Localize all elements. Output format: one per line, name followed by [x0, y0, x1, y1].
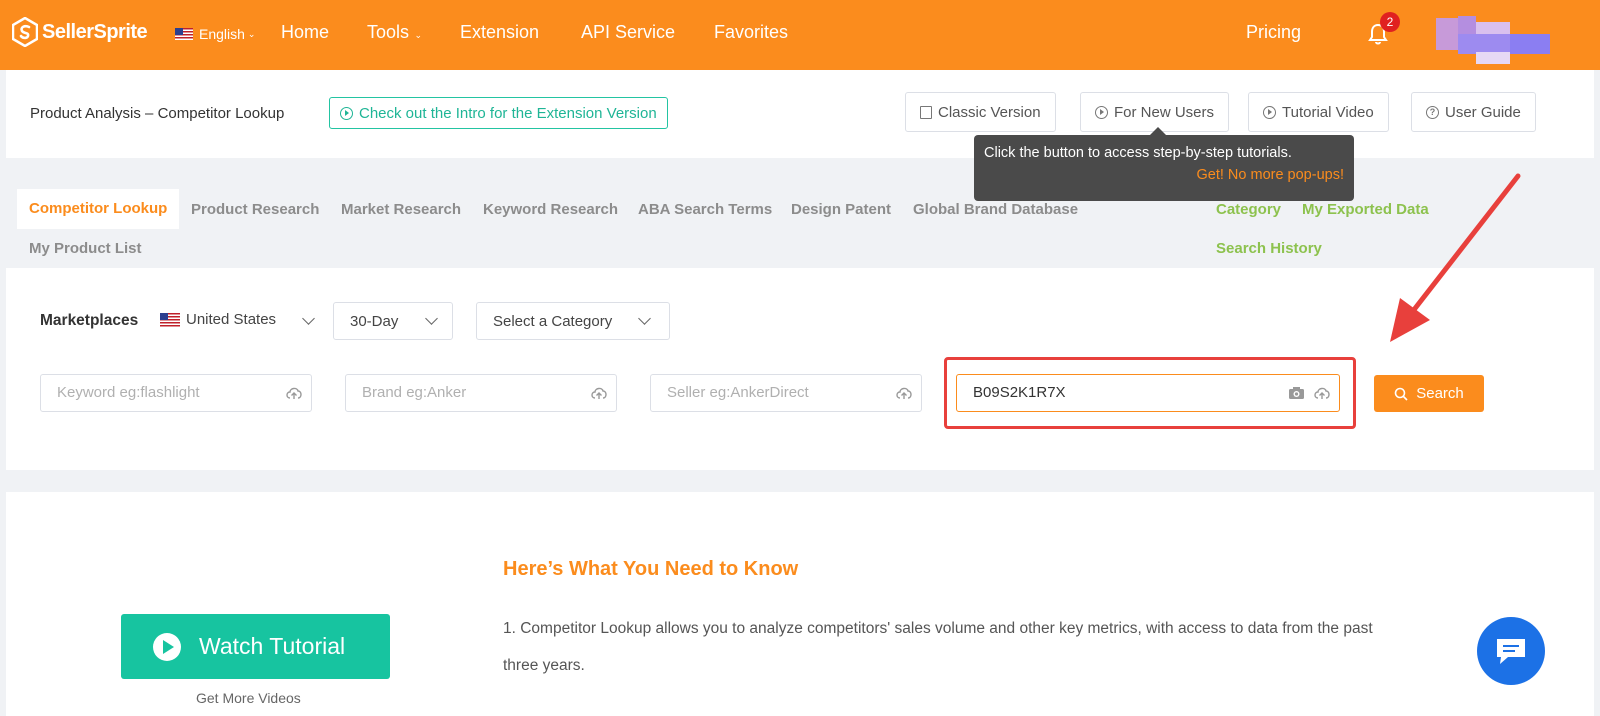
tab-design-patent[interactable]: Design Patent	[791, 201, 891, 218]
user-guide-button[interactable]: ? User Guide	[1411, 92, 1536, 132]
page-title: Product Analysis – Competitor Lookup	[30, 105, 285, 122]
asin-input[interactable]	[973, 384, 1273, 401]
extension-intro-label: Check out the Intro for the Extension Ve…	[359, 104, 657, 122]
play-circle-icon	[1095, 105, 1108, 119]
classic-version-button[interactable]: Classic Version	[905, 92, 1056, 132]
tab-my-product-list[interactable]: My Product List	[29, 240, 142, 257]
chevron-down-icon: ⌄	[412, 30, 423, 40]
upload-cloud-icon[interactable]	[1313, 385, 1331, 401]
nav-favorites[interactable]: Favorites	[714, 22, 788, 43]
tutorial-video-button[interactable]: Tutorial Video	[1248, 92, 1389, 132]
chevron-down-icon	[638, 312, 651, 325]
extension-intro-button[interactable]: Check out the Intro for the Extension Ve…	[329, 97, 668, 129]
nav-tools-label: Tools	[367, 22, 410, 42]
tab-global-brand-database[interactable]: Global Brand Database	[913, 201, 1078, 218]
keyword-field	[40, 374, 312, 412]
upload-cloud-icon[interactable]	[590, 385, 608, 401]
info-title: Here’s What You Need to Know	[503, 558, 799, 580]
keyword-input[interactable]	[57, 384, 277, 401]
brand-name: SellerSprite	[42, 20, 148, 43]
play-circle-icon	[1263, 105, 1276, 119]
search-history-link[interactable]: Search History	[1216, 240, 1322, 257]
marketplace-value: United States	[186, 311, 277, 328]
more-videos-link[interactable]: Get More Videos	[196, 690, 301, 706]
top-nav: SellerSprite English ⌄ Home Tools ⌄ Exte…	[0, 0, 1600, 70]
period-select[interactable]: 30-Day	[333, 302, 453, 340]
brand-logo[interactable]: SellerSprite	[12, 17, 148, 47]
page-header: Product Analysis – Competitor Lookup Che…	[6, 70, 1594, 158]
tutorial-video-label: Tutorial Video	[1282, 103, 1374, 121]
brand-input[interactable]	[362, 384, 582, 401]
nav-extension[interactable]: Extension	[460, 22, 539, 43]
notification-badge: 2	[1380, 12, 1400, 32]
category-select[interactable]: Select a Category	[476, 302, 670, 340]
search-button[interactable]: Search	[1374, 375, 1484, 412]
period-value: 30-Day	[350, 312, 399, 330]
brand-field	[345, 374, 617, 412]
upload-cloud-icon[interactable]	[285, 385, 303, 401]
play-circle-icon	[340, 106, 353, 120]
tutorial-tooltip: Click the button to access step-by-step …	[974, 127, 1354, 201]
play-icon	[153, 632, 181, 661]
search-icon	[1394, 387, 1408, 401]
question-circle-icon: ?	[1426, 105, 1439, 119]
tab-competitor-lookup[interactable]: Competitor Lookup	[17, 189, 180, 229]
search-button-label: Search	[1416, 385, 1464, 402]
camera-icon[interactable]	[1288, 386, 1305, 400]
exit-icon	[920, 105, 932, 119]
marketplace-select[interactable]: United States	[160, 311, 320, 328]
nav-api-service[interactable]: API Service	[581, 22, 675, 43]
upload-cloud-icon[interactable]	[895, 385, 913, 401]
nav-tools[interactable]: Tools ⌄	[367, 22, 422, 43]
language-label: English	[199, 26, 245, 42]
for-new-users-label: For New Users	[1114, 103, 1215, 121]
tooltip-dismiss-link[interactable]: Get! No more pop-ups!	[984, 167, 1345, 183]
annotation-arrow-icon	[1390, 173, 1521, 342]
user-guide-label: User Guide	[1445, 103, 1521, 121]
chevron-down-icon: ⌄	[247, 28, 256, 39]
us-flag-icon	[175, 28, 193, 40]
info-point-1: 1. Competitor Lookup allows you to analy…	[503, 620, 1373, 674]
watch-tutorial-label: Watch Tutorial	[199, 633, 346, 659]
category-placeholder: Select a Category	[493, 312, 613, 330]
classic-version-label: Classic Version	[938, 103, 1041, 121]
user-avatar[interactable]	[1436, 16, 1584, 64]
us-flag-icon	[160, 312, 180, 327]
seller-field	[650, 374, 922, 412]
nav-home[interactable]: Home	[281, 22, 329, 43]
asin-field	[956, 374, 1340, 412]
for-new-users-button[interactable]: For New Users	[1080, 92, 1230, 132]
watch-tutorial-button[interactable]: Watch Tutorial	[121, 614, 390, 679]
tab-keyword-research[interactable]: Keyword Research	[483, 201, 618, 218]
chevron-down-icon	[425, 312, 438, 325]
chat-icon	[1497, 639, 1525, 664]
tab-market-research[interactable]: Market Research	[341, 201, 461, 218]
category-link[interactable]: Category	[1216, 201, 1281, 218]
tooltip-text: Click the button to access step-by-step …	[984, 145, 1292, 161]
language-selector[interactable]: English ⌄	[175, 26, 255, 42]
marketplaces-label: Marketplaces	[40, 312, 139, 329]
tab-product-research[interactable]: Product Research	[191, 201, 319, 218]
nav-pricing[interactable]: Pricing	[1246, 22, 1301, 43]
chevron-down-icon	[302, 312, 315, 325]
tab-aba-search-terms[interactable]: ABA Search Terms	[638, 201, 772, 218]
chat-support-button[interactable]	[1477, 617, 1545, 685]
logo-icon	[12, 17, 38, 47]
seller-input[interactable]	[667, 384, 887, 401]
